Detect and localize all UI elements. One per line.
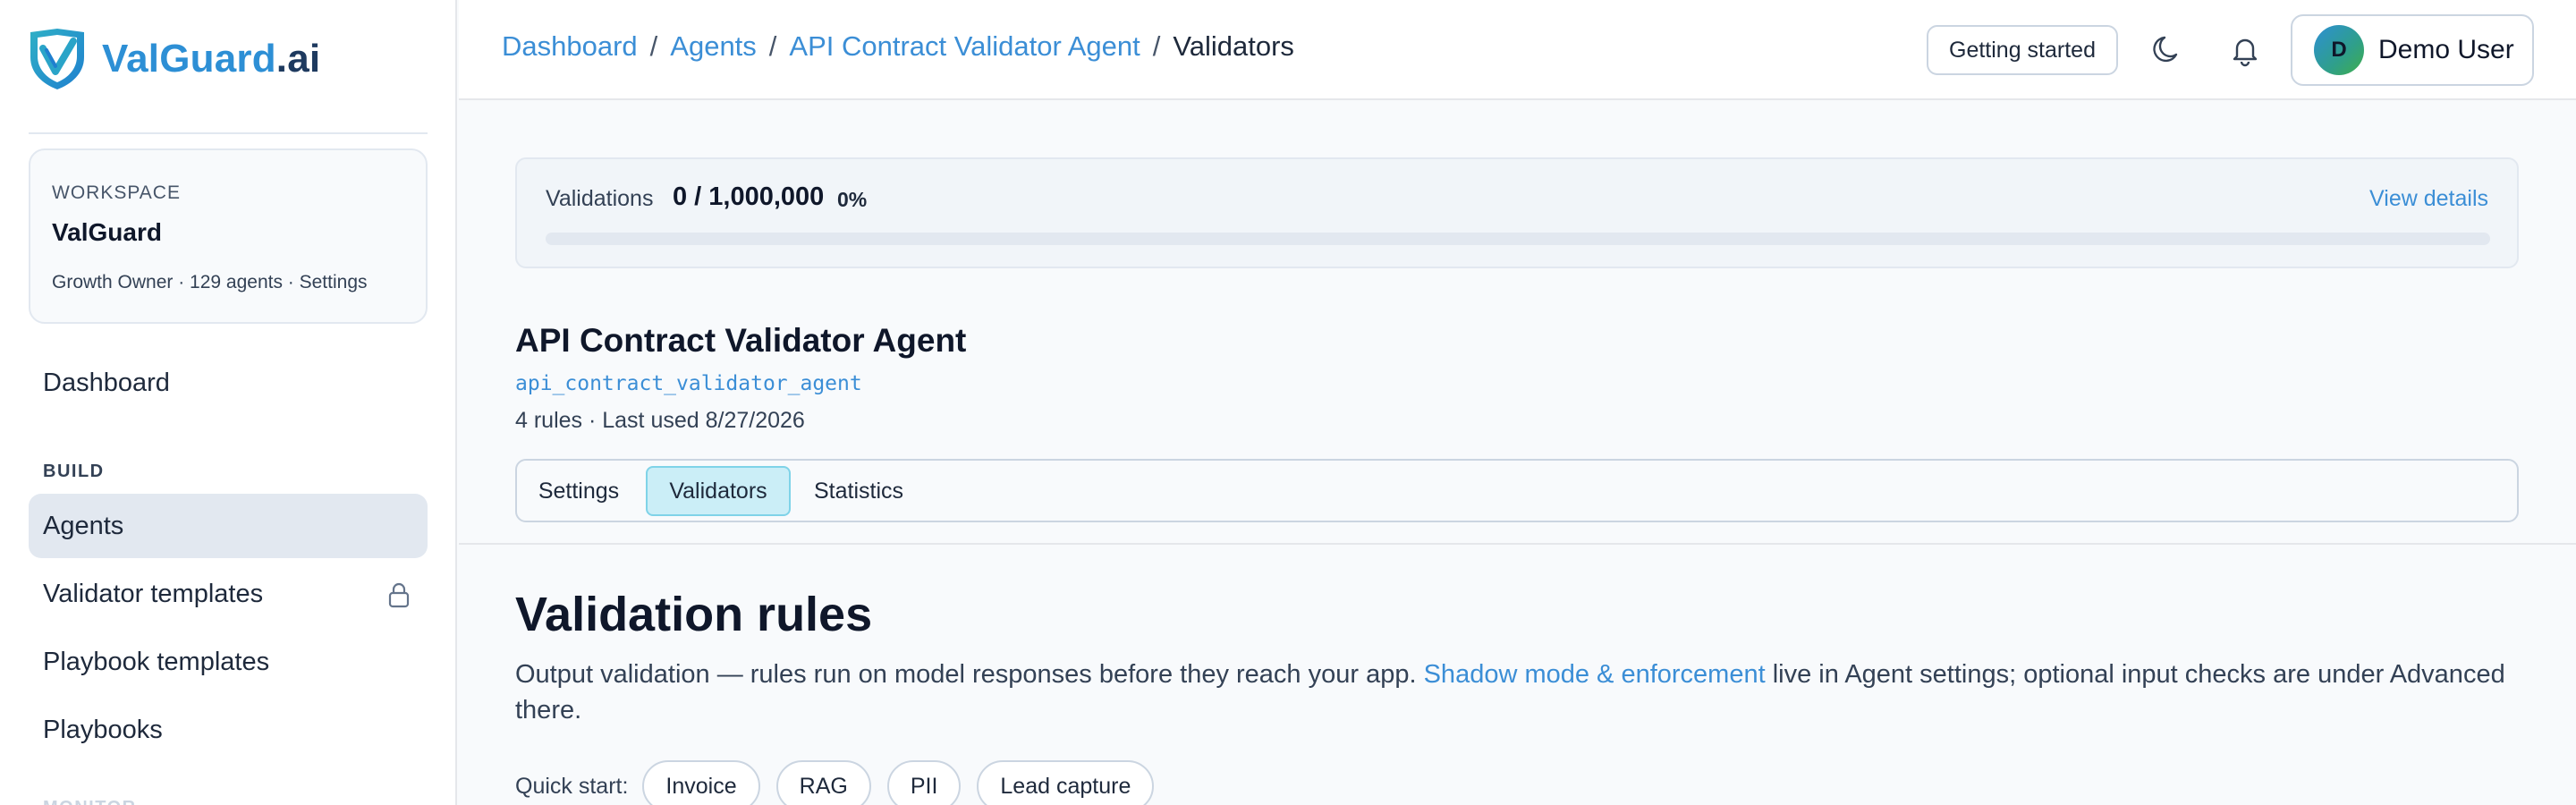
breadcrumb-separator: /: [1152, 30, 1161, 62]
sidebar-item-playbooks[interactable]: Playbooks: [29, 698, 428, 762]
brand-name: ValGuard.ai: [102, 37, 321, 80]
agent-tabs: Settings Validators Statistics: [515, 459, 2519, 522]
workspace-name: ValGuard: [52, 218, 162, 246]
section-divider: [459, 543, 2576, 545]
agent-meta: 4 rules · Last used 8/27/2026: [515, 408, 805, 433]
sidebar-item-dashboard[interactable]: Dashboard: [29, 351, 428, 415]
sidebar-item-agents[interactable]: Agents: [29, 494, 428, 558]
sidebar-item-playbook-templates[interactable]: Playbook templates: [29, 630, 428, 694]
quick-start-invoice[interactable]: Invoice: [642, 760, 760, 805]
breadcrumb-separator: /: [649, 30, 658, 62]
lock-icon: [388, 582, 410, 608]
usage-count: 0 / 1,000,000: [673, 182, 825, 211]
breadcrumb-agents[interactable]: Agents: [670, 30, 757, 63]
tab-settings[interactable]: Settings: [530, 466, 628, 516]
workspace-card[interactable]: WORKSPACE ValGuard Growth Owner · 129 ag…: [29, 148, 428, 324]
user-menu-button[interactable]: D Demo User: [2291, 14, 2534, 86]
quick-start-lead-capture[interactable]: Lead capture: [977, 760, 1155, 805]
avatar: D: [2314, 25, 2364, 75]
usage-label: Validations: [546, 186, 654, 211]
sidebar-section-build: BUILD: [43, 462, 105, 481]
description-text: Output validation — rules run on model r…: [515, 660, 1424, 689]
sidebar-divider: [29, 132, 428, 134]
view-details-link[interactable]: View details: [2369, 186, 2488, 212]
sidebar-item-label: Playbook templates: [43, 647, 270, 676]
agent-title: API Contract Validator Agent: [515, 322, 967, 359]
usage-card: Validations 0 / 1,000,000 0% View detail…: [515, 157, 2519, 268]
shadow-mode-link[interactable]: Shadow mode & enforcement: [1424, 660, 1766, 689]
tab-statistics[interactable]: Statistics: [803, 466, 914, 516]
breadcrumb-dashboard[interactable]: Dashboard: [502, 30, 638, 63]
usage-progress-bar: [546, 233, 2490, 245]
tab-validators[interactable]: Validators: [646, 466, 791, 516]
sidebar-section-monitor: MONITOR: [43, 798, 137, 805]
sidebar-item-label: Playbooks: [43, 715, 163, 744]
sidebar: ValGuard.ai WORKSPACE ValGuard Growth Ow…: [0, 0, 457, 805]
usage-percent: 0%: [837, 188, 868, 211]
sidebar-item-label: Dashboard: [43, 368, 170, 397]
sidebar-item-validator-templates[interactable]: Validator templates: [29, 562, 428, 626]
breadcrumb-current: Validators: [1173, 30, 1294, 62]
workspace-label: WORKSPACE: [52, 182, 181, 203]
quick-start-label: Quick start:: [515, 773, 629, 799]
validation-rules-description: Output validation — rules run on model r…: [515, 657, 2519, 728]
breadcrumb-agent[interactable]: API Contract Validator Agent: [789, 30, 1140, 63]
getting-started-button[interactable]: Getting started: [1927, 25, 2118, 75]
validation-rules-title: Validation rules: [515, 588, 873, 641]
quick-start-pii[interactable]: PII: [886, 760, 962, 805]
workspace-meta: Growth Owner · 129 agents · Settings: [52, 272, 368, 292]
sidebar-item-label: Agents: [43, 511, 124, 540]
shield-check-icon: [30, 29, 84, 89]
bell-icon: [2233, 38, 2258, 67]
top-bar: Dashboard / Agents / API Contract Valida…: [459, 0, 2576, 100]
brand-logo[interactable]: ValGuard.ai: [27, 27, 320, 91]
notifications-button[interactable]: [2225, 30, 2265, 70]
sidebar-item-label: Validator templates: [43, 579, 264, 608]
moon-icon: [2153, 36, 2178, 63]
theme-toggle-button[interactable]: [2148, 30, 2187, 70]
quick-start-rag[interactable]: RAG: [775, 760, 871, 805]
quick-start-bar: Quick start: Invoice RAG PII Lead captur…: [515, 760, 1170, 805]
breadcrumb: Dashboard / Agents / API Contract Valida…: [502, 30, 1294, 63]
breadcrumb-separator: /: [768, 30, 777, 62]
user-name: Demo User: [2378, 35, 2514, 64]
agent-slug: api_contract_validator_agent: [515, 372, 862, 395]
